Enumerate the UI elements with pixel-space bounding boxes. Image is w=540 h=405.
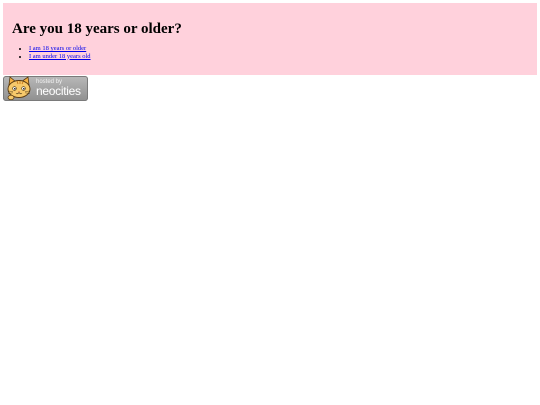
list-item: I am under 18 years old (29, 53, 91, 61)
neocities-badge[interactable]: hosted by neocities (3, 76, 88, 101)
age-gate-panel: Are you 18 years or older? I am 18 years… (3, 3, 537, 75)
neocities-brand-label: neocities (36, 84, 81, 98)
under-18-link[interactable]: I am under 18 years old (29, 53, 91, 60)
age-options-list: I am 18 years or older I am under 18 yea… (12, 45, 91, 60)
neocities-cat-icon (7, 76, 31, 101)
age-question-heading: Are you 18 years or older? (12, 21, 182, 37)
over-18-link[interactable]: I am 18 years or older (29, 45, 86, 52)
list-item: I am 18 years or older (29, 45, 91, 53)
